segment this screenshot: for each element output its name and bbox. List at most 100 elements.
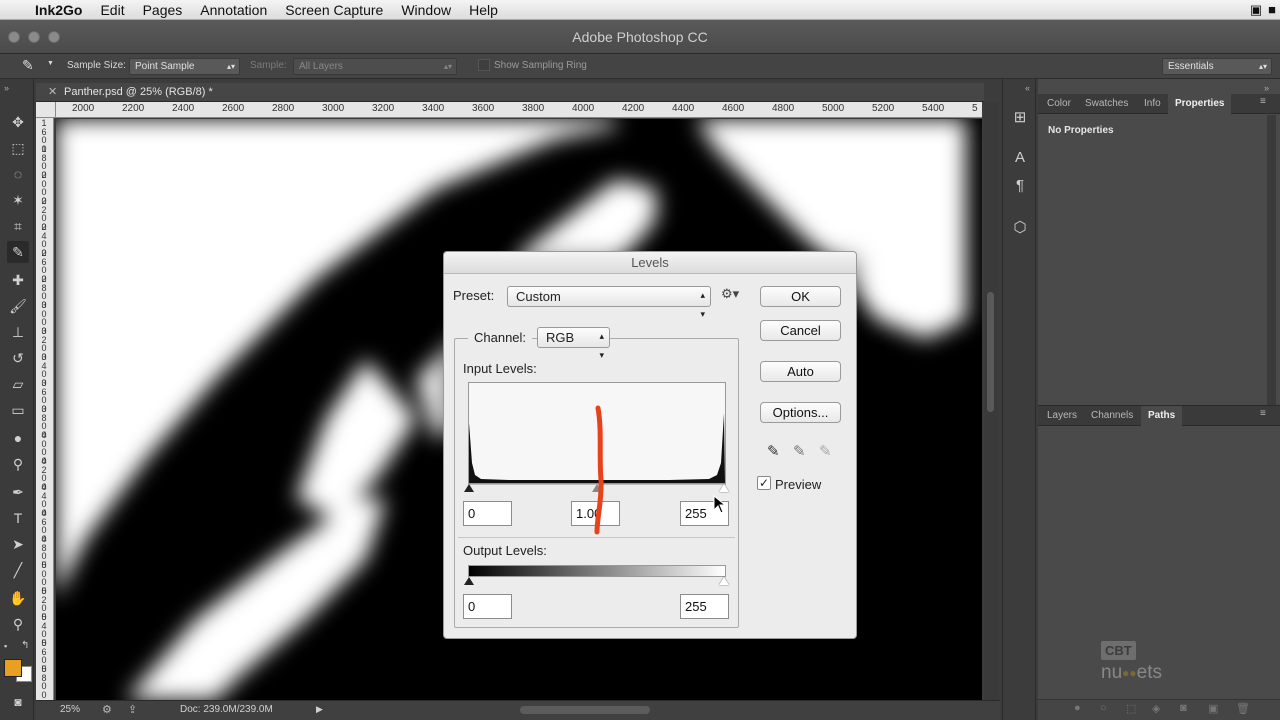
foreground-color-swatch[interactable] <box>4 659 22 677</box>
zoom-tool-icon[interactable]: ⚲ <box>7 613 29 635</box>
menu-annotation[interactable]: Annotation <box>191 0 276 20</box>
collapse-dock-icon[interactable]: » <box>1264 83 1269 93</box>
history-panel-icon[interactable]: ⊞ <box>1009 107 1031 129</box>
ruler-h-tick: 3200 <box>372 103 395 114</box>
character-panel-icon[interactable]: A <box>1009 147 1031 169</box>
clone-stamp-tool-icon[interactable]: ⊥ <box>7 321 29 343</box>
tab-paths[interactable]: Paths <box>1141 406 1183 426</box>
fill-path-icon[interactable]: ● <box>1074 702 1081 714</box>
close-window-button[interactable] <box>8 31 20 43</box>
load-selection-icon[interactable]: ⬚ <box>1126 702 1136 715</box>
cbt-nuggets-watermark: CBT nu●●ets <box>1101 640 1201 683</box>
scroll-thumb[interactable] <box>987 292 994 412</box>
menu-edit[interactable]: Edit <box>91 0 133 20</box>
magic-wand-tool-icon[interactable]: ✶ <box>7 189 29 211</box>
preset-options-gear-icon[interactable]: ⚙▾ <box>721 286 739 302</box>
sample-size-select[interactable]: Point Sample ▴▾ <box>129 58 240 75</box>
eraser-tool-icon[interactable]: ▱ <box>7 373 29 395</box>
output-white-slider[interactable] <box>719 577 729 585</box>
status-menu-arrow-icon[interactable]: ▶ <box>316 704 323 715</box>
delete-path-icon[interactable]: 🗑 <box>1236 702 1250 715</box>
eyedropper-tool-icon[interactable]: ✎ <box>7 241 29 263</box>
document-tab[interactable]: Panther.psd @ 25% (RGB/8) * <box>58 83 219 102</box>
input-black-field[interactable]: 0 <box>463 501 512 526</box>
healing-brush-tool-icon[interactable]: ✚ <box>7 269 29 291</box>
ruler-origin[interactable] <box>36 102 56 118</box>
paragraph-panel-icon[interactable]: ¶ <box>1009 175 1031 197</box>
quick-mask-icon[interactable]: ◙ <box>7 691 29 713</box>
canvas-vertical-scrollbar[interactable] <box>984 102 998 700</box>
expand-panels-icon[interactable]: « <box>1025 83 1030 93</box>
minimize-window-button[interactable] <box>28 31 40 43</box>
menu-pages[interactable]: Pages <box>134 0 192 20</box>
type-tool-icon[interactable]: T <box>7 507 29 529</box>
show-sampling-ring-checkbox[interactable] <box>478 59 490 71</box>
preset-select[interactable]: Custom ▴ ▾ <box>507 286 711 319</box>
channel-select[interactable]: RGB ▴ ▾ <box>537 327 610 360</box>
white-point-eyedropper-icon[interactable]: ✎ <box>819 442 832 460</box>
sample-layers-select[interactable]: All Layers ▴▾ <box>293 58 457 75</box>
tab-swatches[interactable]: Swatches <box>1078 94 1135 114</box>
cancel-button[interactable]: Cancel <box>760 320 841 341</box>
output-black-slider[interactable] <box>464 577 474 585</box>
tab-properties[interactable]: Properties <box>1168 94 1232 114</box>
output-white-field[interactable]: 255 <box>680 594 729 619</box>
black-point-eyedropper-icon[interactable]: ✎ <box>767 442 780 460</box>
input-black-slider[interactable] <box>464 484 474 492</box>
output-black-field[interactable]: 0 <box>463 594 512 619</box>
input-white-slider[interactable] <box>719 484 729 492</box>
options-button[interactable]: Options... <box>760 402 841 423</box>
swap-colors-icon[interactable]: ↰ <box>21 640 29 651</box>
history-brush-tool-icon[interactable]: ↺ <box>7 347 29 369</box>
line-tool-icon[interactable]: ╱ <box>7 559 29 581</box>
dodge-tool-icon[interactable]: ⚲ <box>7 453 29 475</box>
pen-tool-icon[interactable]: ✒ <box>7 481 29 503</box>
make-work-path-icon[interactable]: ◈ <box>1152 702 1160 715</box>
new-path-icon[interactable]: ▣ <box>1208 702 1218 715</box>
crop-tool-icon[interactable]: ⌗ <box>7 215 29 237</box>
brush-tool-icon[interactable]: 🖌 <box>7 295 29 317</box>
zoom-window-button[interactable] <box>48 31 60 43</box>
preview-checkbox[interactable]: ✓ <box>757 476 771 490</box>
properties-scrollbar[interactable] <box>1267 115 1276 405</box>
hand-tool-icon[interactable]: ✋ <box>7 587 29 609</box>
add-mask-icon[interactable]: ◙ <box>1180 702 1187 714</box>
status-share-icon[interactable]: ⇪ <box>128 703 137 716</box>
tab-color[interactable]: Color <box>1040 94 1078 114</box>
canvas-horizontal-scroll-thumb[interactable] <box>520 706 650 714</box>
menu-help[interactable]: Help <box>460 0 507 20</box>
tool-preset-arrow-icon[interactable]: ▼ <box>47 60 54 67</box>
status-gear-icon[interactable]: ⚙ <box>102 703 112 716</box>
horizontal-ruler[interactable]: 2000 2200 2400 2600 2800 3000 3200 3400 3600 3800… <box>56 102 982 118</box>
eyedropper-tool-preset-icon[interactable]: ✎ <box>22 57 34 74</box>
blur-tool-icon[interactable]: ● <box>7 427 29 449</box>
vertical-ruler[interactable]: 1 6 0 01 8 0 02 0 0 02 2 0 02 4 0 02 6 0… <box>36 118 54 700</box>
tab-channels[interactable]: Channels <box>1084 406 1140 426</box>
panel-menu-icon[interactable]: ≡ <box>1260 96 1266 107</box>
screen-capture-icon[interactable]: ▣ <box>1250 2 1262 18</box>
auto-button[interactable]: Auto <box>760 361 841 382</box>
marquee-tool-icon[interactable]: ⬚ <box>7 137 29 159</box>
lasso-tool-icon[interactable]: ◌ <box>7 163 29 185</box>
ruler-h-tick: 3600 <box>472 103 495 114</box>
camera-icon[interactable]: ■ <box>1268 2 1276 18</box>
default-colors-icon[interactable]: ▪ <box>4 641 7 651</box>
close-document-icon[interactable]: ✕ <box>48 85 57 98</box>
path-selection-tool-icon[interactable]: ➤ <box>7 533 29 555</box>
stroke-path-icon[interactable]: ○ <box>1100 702 1107 714</box>
menu-screen-capture[interactable]: Screen Capture <box>276 0 392 20</box>
panel-menu-icon[interactable]: ≡ <box>1260 408 1266 419</box>
tab-info[interactable]: Info <box>1137 94 1168 114</box>
menu-window[interactable]: Window <box>392 0 460 20</box>
workspace-select[interactable]: Essentials ▴▾ <box>1162 58 1272 75</box>
menu-app-name[interactable]: Ink2Go <box>26 0 91 20</box>
gradient-tool-icon[interactable]: ▭ <box>7 399 29 421</box>
move-tool-icon[interactable]: ✥ <box>7 111 29 133</box>
3d-panel-icon[interactable]: ⬡ <box>1009 217 1031 239</box>
zoom-level[interactable]: 25% <box>60 704 80 715</box>
ok-button[interactable]: OK <box>760 286 841 307</box>
collapse-toolbar-icon[interactable]: » <box>4 83 9 93</box>
tab-layers[interactable]: Layers <box>1040 406 1084 426</box>
gray-point-eyedropper-icon[interactable]: ✎ <box>793 442 806 460</box>
levels-dialog-title[interactable]: Levels <box>444 252 856 274</box>
